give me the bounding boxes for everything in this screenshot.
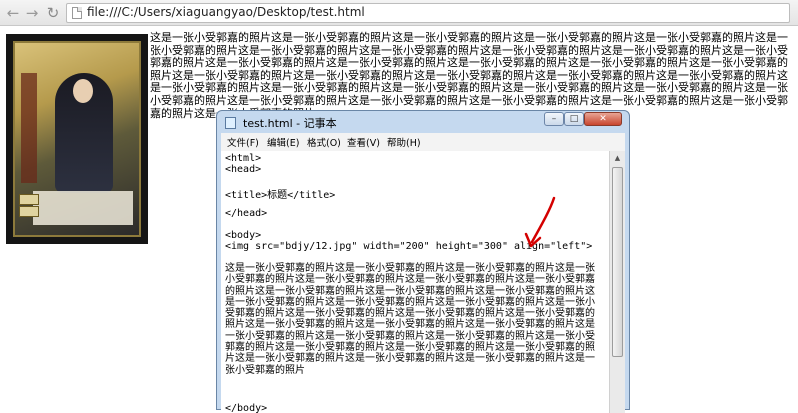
menu-view[interactable]: 查看(V)	[347, 135, 380, 149]
address-bar[interactable]: file:///C:/Users/xiaguangyao/Desktop/tes…	[66, 3, 790, 23]
card-tag	[19, 206, 39, 217]
annotation-arrow-icon	[524, 196, 556, 248]
code-line: </head>	[225, 208, 268, 219]
code-line: <html>	[225, 153, 262, 164]
scroll-thumb[interactable]	[612, 167, 623, 357]
card-tag	[19, 194, 39, 205]
code-line: <head>	[225, 164, 262, 175]
menu-edit[interactable]: 编辑(E)	[267, 135, 299, 149]
notepad-window: test.html - 记事本 – □ ✕ 文件(F) 编辑(E) 格式(O) …	[216, 110, 630, 413]
url-text[interactable]: file:///C:/Users/xiaguangyao/Desktop/tes…	[87, 5, 365, 19]
notepad-body-text: 这是一张小受郭嘉的照片这是一张小受郭嘉的照片这是一张小受郭嘉的照片这是一张小受郭…	[225, 263, 595, 376]
vertical-scrollbar[interactable]: ▲	[609, 151, 625, 413]
forward-arrow-icon[interactable]: →	[23, 4, 41, 22]
menu-format[interactable]: 格式(O)	[307, 135, 341, 149]
code-line: <body>	[225, 230, 262, 241]
scroll-up-icon[interactable]: ▲	[610, 151, 625, 165]
text-editor[interactable]: <html> <head> <title>标题</title> </head> …	[221, 151, 625, 413]
card-image	[6, 34, 148, 244]
minimize-button[interactable]: –	[544, 112, 564, 126]
maximize-button[interactable]: □	[564, 112, 584, 126]
browser-toolbar: ← → ↻ file:///C:/Users/xiaguangyao/Deskt…	[0, 0, 798, 26]
reload-icon[interactable]: ↻	[44, 4, 62, 22]
back-arrow-icon[interactable]: ←	[4, 4, 22, 22]
menu-bar: 文件(F) 编辑(E) 格式(O) 查看(V) 帮助(H)	[221, 133, 625, 151]
page-paragraph: 这是一张小受郭嘉的照片这是一张小受郭嘉的照片这是一张小受郭嘉的照片这是一张小受郭…	[150, 31, 788, 120]
notepad-icon	[225, 117, 236, 129]
page-icon	[72, 7, 82, 19]
code-line: <title>标题</title>	[225, 190, 336, 201]
menu-help[interactable]: 帮助(H)	[387, 135, 421, 149]
window-title: test.html - 记事本	[243, 117, 337, 130]
card-artwork	[13, 41, 141, 237]
code-line: </body>	[225, 403, 268, 413]
menu-file[interactable]: 文件(F)	[227, 135, 259, 149]
card-side-banner	[21, 73, 37, 183]
card-face	[73, 79, 93, 103]
close-button[interactable]: ✕	[584, 112, 622, 126]
card-text-box	[33, 191, 133, 225]
